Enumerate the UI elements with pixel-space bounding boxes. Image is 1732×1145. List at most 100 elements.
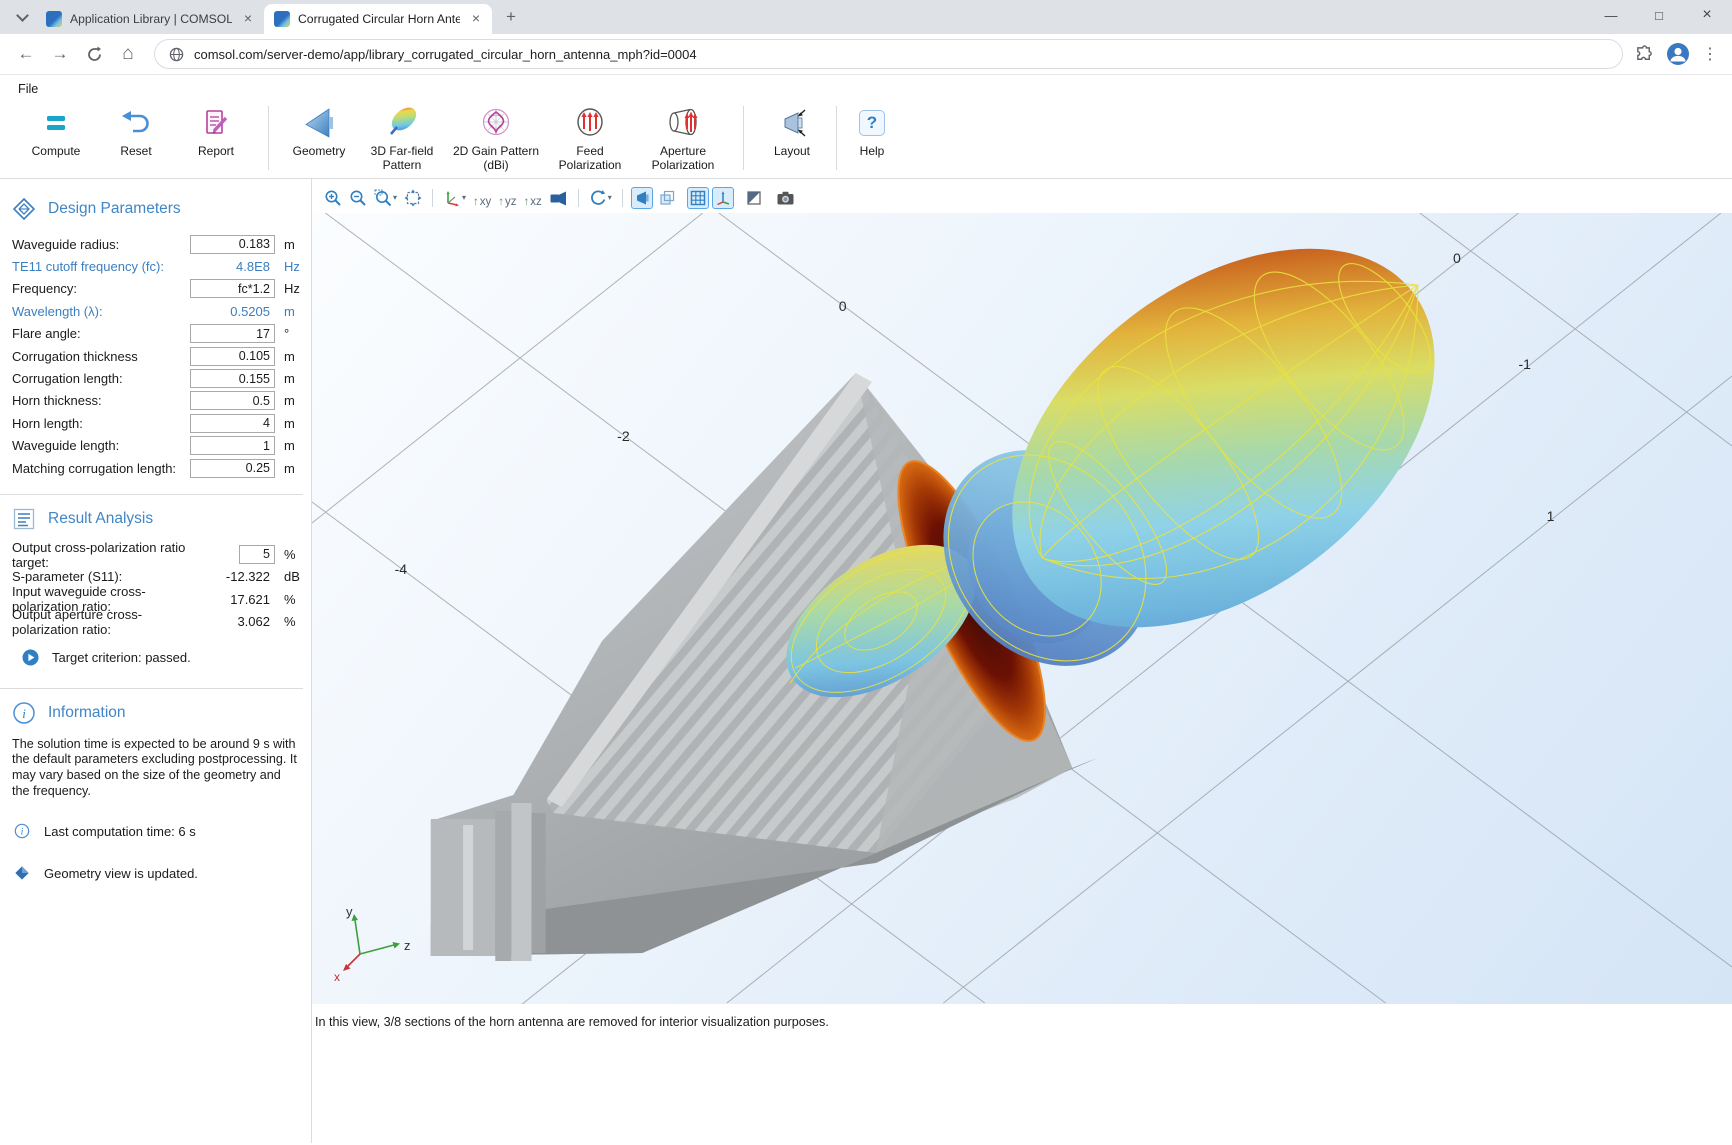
ribbon-separator [268, 106, 269, 170]
svg-text:-1: -1 [1518, 356, 1531, 372]
flare-angle-input[interactable] [190, 324, 275, 343]
waveguide-length-input[interactable] [190, 436, 275, 455]
svg-text:1: 1 [1547, 508, 1555, 524]
view-xy-button[interactable]: ↑xy [471, 187, 493, 209]
horn-length-input[interactable] [190, 414, 275, 433]
geometry-button[interactable]: Geometry [284, 103, 354, 173]
camera-icon [776, 189, 795, 207]
view-axes-icon [443, 189, 461, 207]
graphics-viewport: ▾ ▾ ↑xy ↑ [312, 179, 1732, 1143]
frequency-input[interactable] [190, 279, 275, 298]
param-row: Frequency: Hz [0, 278, 311, 300]
view-yz-button[interactable]: ↑yz [496, 187, 518, 209]
tab-title: Corrugated Circular Horn Anten [298, 12, 460, 26]
param-row: Horn length: m [0, 412, 311, 434]
browser-menu-icon[interactable]: ⋮ [1702, 44, 1718, 64]
minimize-icon[interactable]: — [1600, 8, 1622, 23]
section-title: Design Parameters [48, 200, 181, 218]
3d-canvas[interactable]: 0 -2 -4 0 -1 1 [312, 213, 1732, 1004]
reload-button[interactable] [80, 40, 108, 68]
reset-button[interactable]: Reset [99, 103, 173, 173]
profile-avatar[interactable] [1666, 42, 1690, 66]
tab-close-icon[interactable]: × [240, 11, 256, 27]
toolbar-separator [622, 189, 623, 207]
wavelength-value: 0.5205 [190, 304, 275, 319]
input-cross-polarization-value: 17.621 [190, 592, 275, 607]
aperture-polarization-button[interactable]: Aperture Polarization [638, 103, 728, 173]
url-bar[interactable]: comsol.com/server-demo/app/library_corru… [154, 39, 1623, 69]
param-row: TE11 cutoff frequency (fc): 4.8E8 Hz [0, 255, 311, 277]
comsol-favicon [274, 11, 290, 27]
param-row: Wavelength (λ): 0.5205 m [0, 300, 311, 322]
scene-light-button[interactable] [547, 187, 570, 209]
maximize-icon[interactable]: □ [1648, 8, 1670, 23]
back-button[interactable]: ← [12, 40, 40, 68]
browser-tab-inactive[interactable]: Application Library | COMSOL S × [36, 4, 264, 34]
extensions-icon[interactable] [1635, 45, 1654, 64]
compute-button[interactable]: Compute [19, 103, 93, 173]
param-row: Horn thickness: m [0, 390, 311, 412]
view-caption: In this view, 3/8 sections of the horn a… [312, 1004, 1732, 1029]
waveguide-radius-input[interactable] [190, 235, 275, 254]
dropdown-caret-icon: ▾ [462, 193, 466, 202]
up-arrow-icon: ↑ [473, 196, 479, 208]
layout-icon [774, 103, 810, 143]
grid-toggle[interactable] [687, 187, 709, 209]
result-row: Output cross-polarization ratio target: … [0, 543, 311, 565]
default-view-button[interactable]: ▾ [441, 187, 468, 209]
rotate-view-button[interactable]: ▾ [587, 187, 614, 209]
chevron-down-icon [16, 9, 29, 22]
close-icon[interactable]: × [1696, 6, 1718, 24]
tab-close-icon[interactable]: × [468, 11, 484, 27]
axis-triad: y z x [322, 902, 422, 982]
browser-tab-active[interactable]: Corrugated Circular Horn Anten × [264, 4, 492, 34]
help-button[interactable]: ? Help [848, 103, 896, 173]
feed-polarization-button[interactable]: Feed Polarization [548, 103, 632, 173]
matching-corrugation-length-input[interactable] [190, 459, 275, 478]
polar-plot-icon [479, 103, 513, 143]
status-text: Target criterion: passed. [52, 650, 191, 665]
toolbar-separator [432, 189, 433, 207]
toolbar-separator [578, 189, 579, 207]
file-menu[interactable]: File [0, 75, 1732, 98]
projector-icon [549, 189, 568, 207]
info-circle-icon: i [14, 823, 30, 839]
globe-icon [169, 47, 184, 62]
zoom-extents-button[interactable] [402, 187, 424, 209]
comsol-favicon [46, 11, 62, 27]
gain-2d-button[interactable]: 2D Gain Pattern (dBi) [450, 103, 542, 173]
zoom-out-button[interactable] [347, 187, 369, 209]
horn-speaker-icon [633, 189, 651, 207]
param-row: Waveguide length: m [0, 435, 311, 457]
farfield-3d-button[interactable]: 3D Far-field Pattern [360, 103, 444, 173]
background-contrast-toggle[interactable] [743, 187, 765, 209]
param-row: Matching corrugation length: m [0, 457, 311, 479]
new-tab-button[interactable]: + [498, 4, 524, 30]
show-geometry-toggle[interactable] [631, 187, 653, 209]
screenshot-button[interactable] [774, 187, 797, 209]
zoom-in-button[interactable] [322, 187, 344, 209]
view-xz-button[interactable]: ↑xz [522, 187, 544, 209]
param-row: Corrugation length: m [0, 367, 311, 389]
corrugation-length-input[interactable] [190, 369, 275, 388]
axes-toggle[interactable] [712, 187, 734, 209]
forward-button[interactable]: → [46, 40, 74, 68]
graphics-toolbar: ▾ ▾ ↑xy ↑ [322, 184, 1732, 211]
s-parameter-value: -12.322 [190, 569, 275, 584]
zoom-box-button[interactable]: ▾ [372, 187, 399, 209]
axes-triad-icon [714, 189, 732, 207]
up-arrow-icon: ↑ [524, 196, 530, 208]
cross-polarization-target-input[interactable] [239, 545, 275, 564]
layout-button[interactable]: Layout [759, 103, 825, 173]
report-button[interactable]: Report [179, 103, 253, 173]
svg-text:0: 0 [1453, 250, 1461, 266]
transparency-toggle[interactable] [656, 187, 678, 209]
divider [0, 688, 303, 689]
tab-search-button[interactable] [8, 3, 36, 31]
settings-panel: Design Parameters Waveguide radius: m TE… [0, 179, 312, 1143]
home-button[interactable]: ⌂ [114, 40, 142, 68]
horn-thickness-input[interactable] [190, 391, 275, 410]
up-arrow-icon: ↑ [498, 196, 504, 208]
corrugation-thickness-input[interactable] [190, 347, 275, 366]
zoom-extents-icon [404, 189, 422, 207]
